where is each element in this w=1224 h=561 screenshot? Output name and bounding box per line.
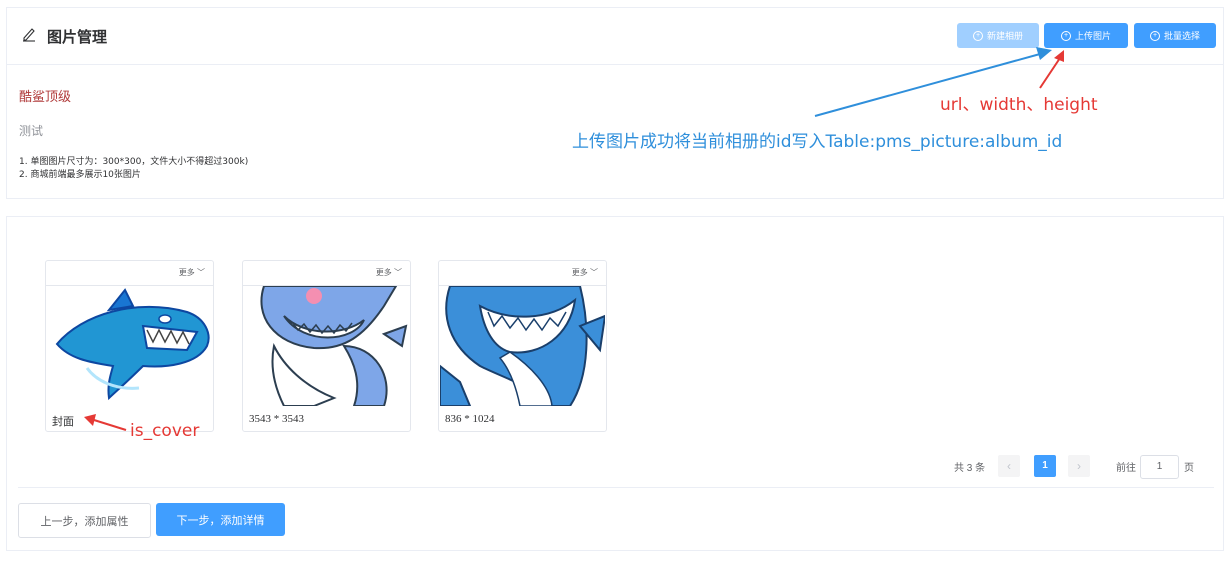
annotation-arrows: [84, 47, 1064, 431]
cover-arrow-line: [93, 419, 127, 431]
blue-arrow-line: [814, 53, 1041, 117]
blue-arrow-head: [1036, 47, 1052, 60]
cover-arrow-head: [84, 414, 96, 426]
red-arrow-line: [1039, 57, 1061, 89]
